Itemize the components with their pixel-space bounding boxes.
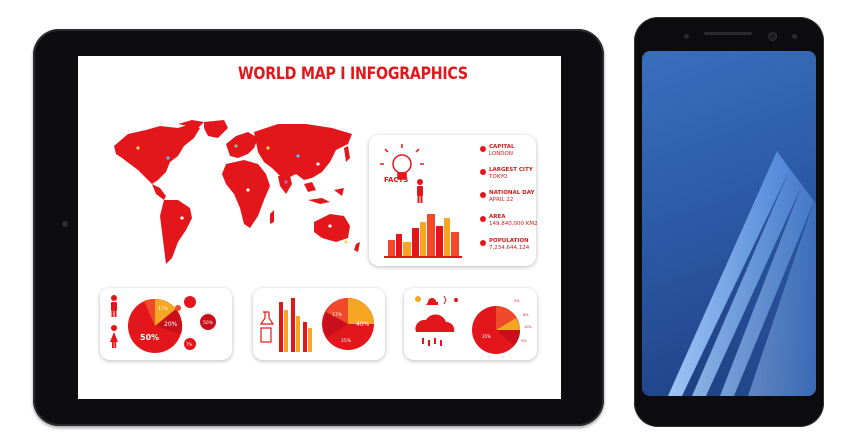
fact-value: APRIL 22: [489, 197, 514, 203]
lab-icons: [259, 311, 275, 343]
fact-value: 7,234,644,124: [489, 245, 530, 251]
fact-bullet-icon: [480, 146, 486, 152]
phone-screen: [642, 51, 816, 396]
bubble-label: 50%: [203, 320, 214, 326]
fact-label: POPULATION: [489, 238, 529, 244]
world-map: [114, 120, 360, 264]
pie-label: 35%: [482, 334, 491, 339]
phone-front-camera: [769, 33, 776, 40]
person-icon: [111, 295, 117, 317]
fact-label: AREA: [489, 214, 506, 220]
person-icon: [417, 179, 423, 203]
pie-label: 8%: [523, 313, 529, 317]
bar-chart: [279, 298, 312, 352]
fact-label: CAPITAL: [489, 144, 515, 150]
fact-bullet-icon: [480, 216, 486, 222]
fact-label: NATIONAL DAY: [489, 190, 535, 196]
fact-value: 149,840,000 KM2: [489, 221, 538, 227]
pie-label: 17%: [332, 312, 343, 318]
phone-wallpaper: [668, 151, 816, 396]
fact-bullet-icon: [480, 169, 486, 175]
fact-bullet-icon: [480, 240, 486, 246]
phone-device: [634, 17, 824, 427]
infographic-title: WORLD MAP I INFOGRAPHICS: [238, 64, 468, 83]
pie-label: 17%: [158, 306, 169, 312]
weather-icons: [415, 295, 458, 305]
phone-sensor: [792, 34, 797, 39]
pie-label: 25%: [341, 338, 352, 344]
cloud-icon: [415, 314, 455, 332]
pie-label: 5%: [521, 339, 527, 343]
pie-label: 50%: [140, 333, 159, 342]
pie-label: 5%: [514, 299, 520, 303]
bar-and-pie-chart: 40% 17% 25%: [259, 298, 374, 352]
person-female-icon: [110, 325, 118, 348]
tablet-camera: [62, 221, 68, 227]
pie-label: 20%: [164, 321, 178, 328]
weather-pie-chart: 35% 5% 8% 10% 5%: [415, 295, 532, 354]
fact-bullet-icon: [480, 192, 486, 198]
facts-illustration: [380, 144, 462, 258]
bubble-label: 7%: [186, 342, 193, 347]
lightbulb-icon: [380, 144, 424, 180]
pie-label: 40%: [356, 321, 370, 328]
facts-badge: FACTS: [384, 176, 409, 184]
people-pie-chart: 50% 17% 20% 50% 7%: [110, 295, 216, 353]
phone-sensor: [684, 34, 689, 39]
fact-value: TOKYO: [489, 174, 508, 180]
cityscape-icon: [384, 214, 462, 258]
fact-value: LONDON: [489, 151, 513, 157]
phone-speaker: [704, 32, 752, 35]
fact-label: LARGEST CITY: [489, 167, 533, 173]
pie-label: 10%: [524, 325, 532, 329]
